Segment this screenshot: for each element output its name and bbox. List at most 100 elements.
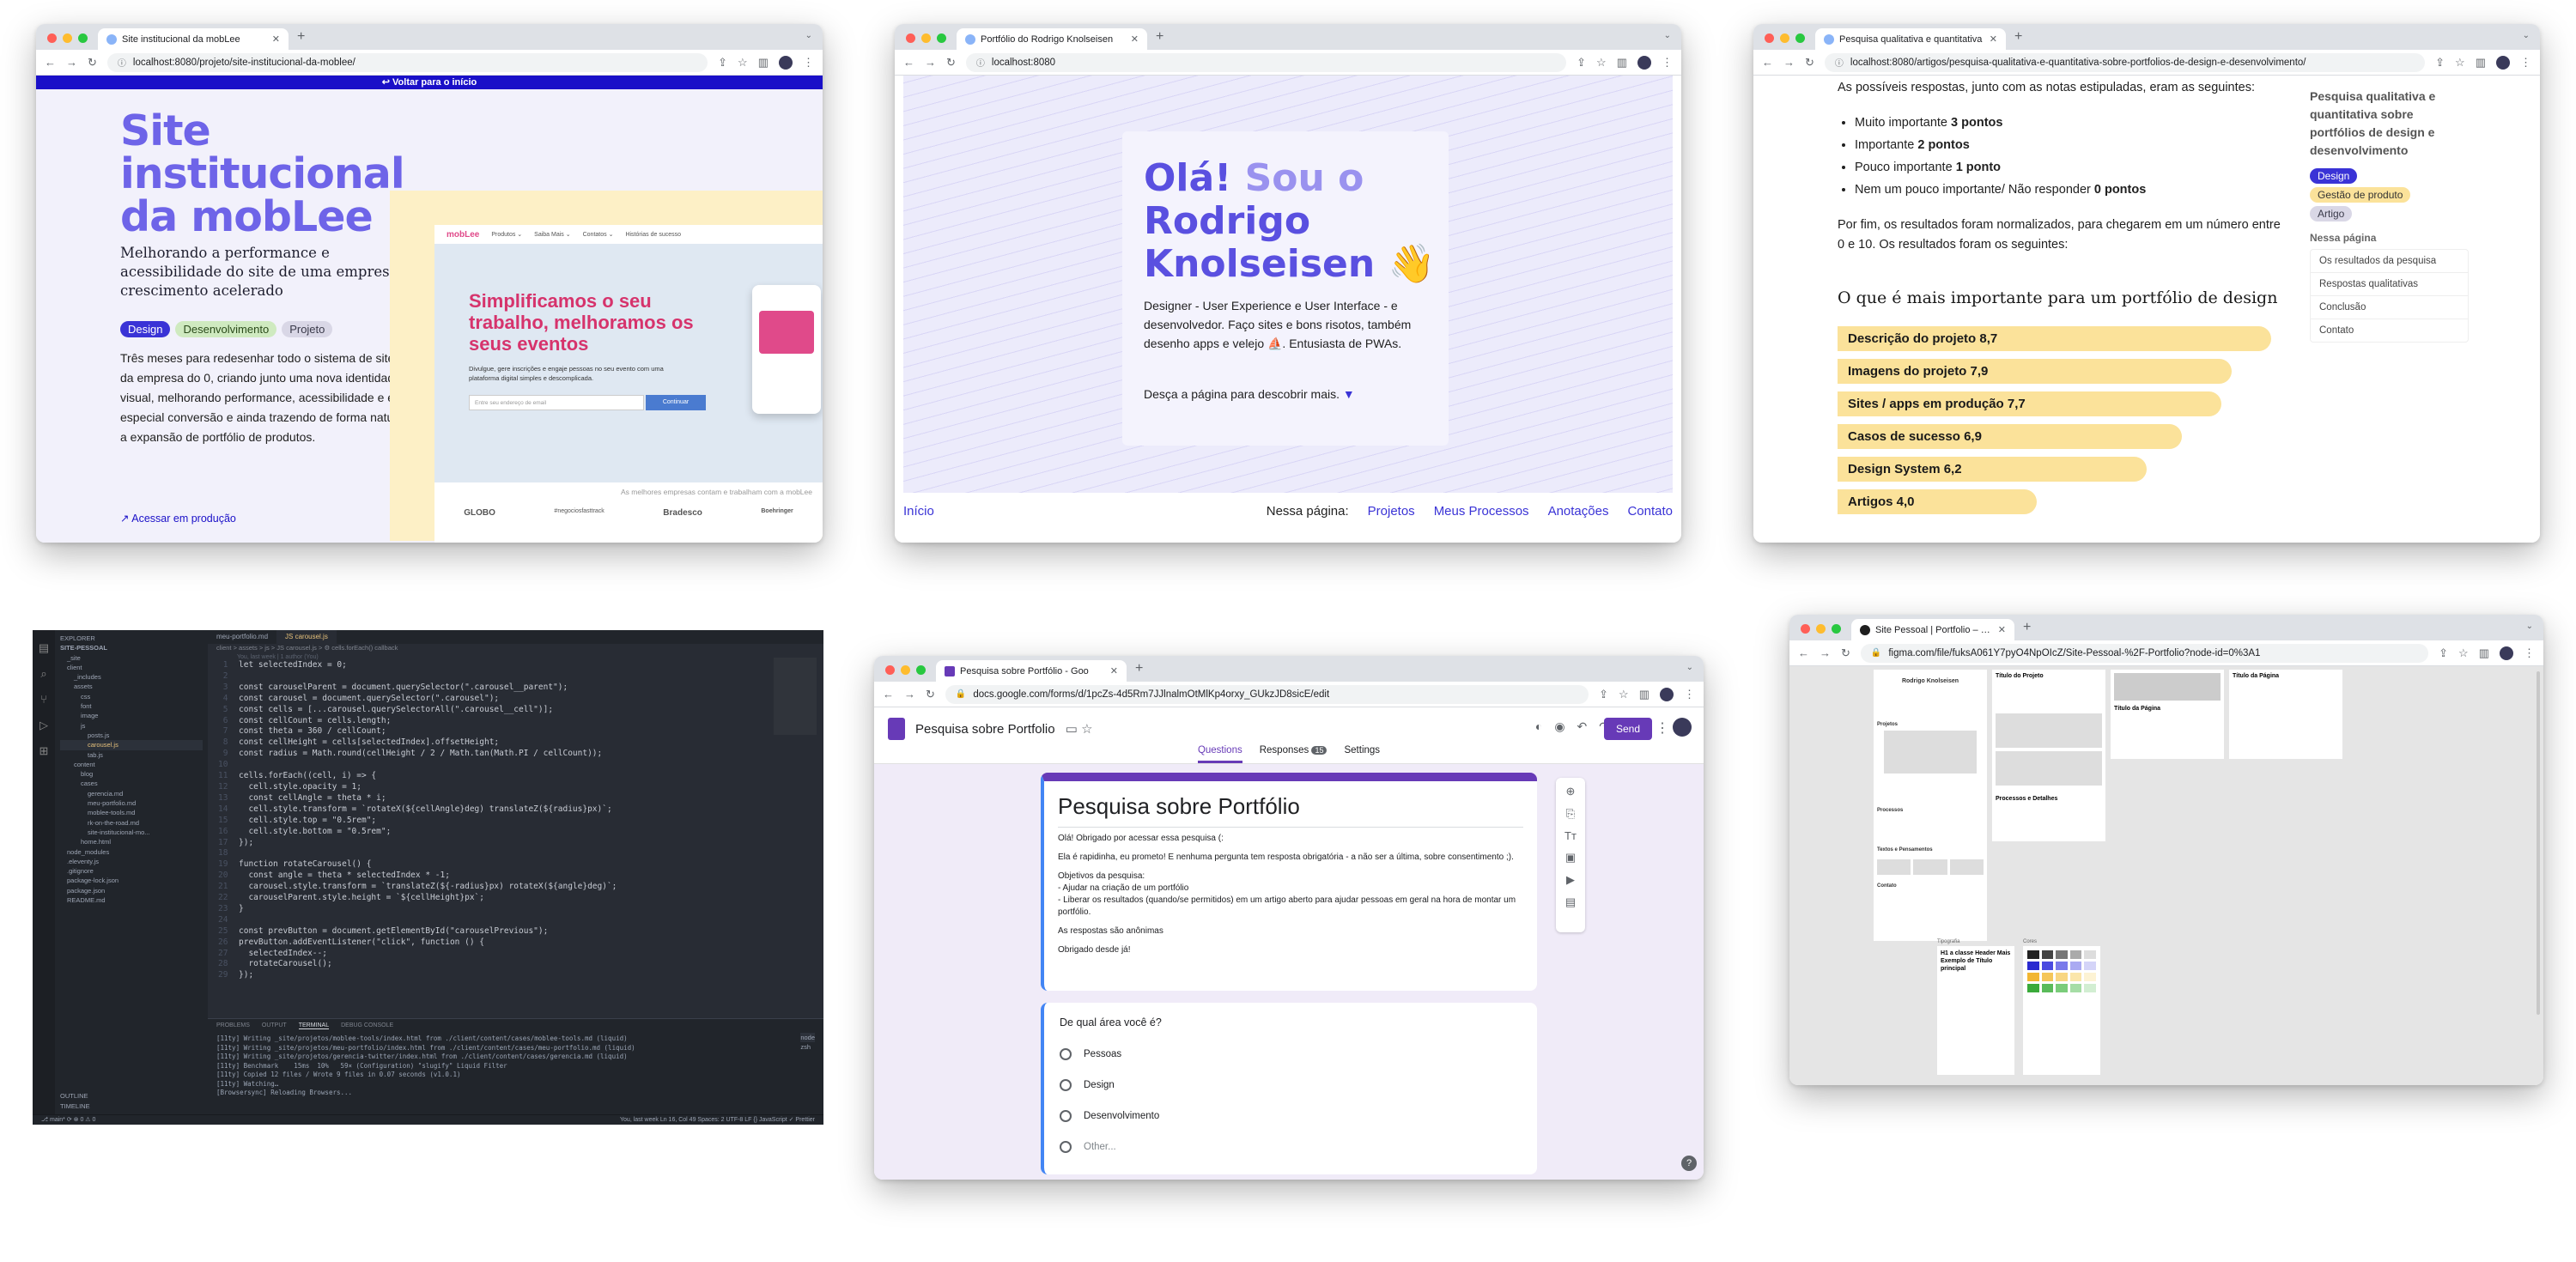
bookmark-star-icon[interactable]: ☆ (1596, 56, 1607, 70)
tab-search-icon[interactable]: ⌄ (1686, 663, 1693, 672)
sidebar-nav-item[interactable]: Contato (2311, 319, 2468, 342)
add-question-icon[interactable]: ⊕ (1566, 785, 1576, 798)
sidebar-icon[interactable]: ▥ (1639, 688, 1649, 701)
tree-item[interactable]: .gitignore (60, 866, 203, 876)
sidebar-icon[interactable]: ▥ (2476, 56, 2486, 70)
tree-item[interactable]: _site (60, 653, 203, 663)
preview-eye-icon[interactable]: ◉ (1554, 719, 1564, 734)
bookmark-star-icon[interactable]: ☆ (738, 56, 748, 70)
tree-item[interactable]: cases (60, 779, 203, 788)
close-window-button[interactable] (1765, 33, 1774, 43)
scrollbar[interactable] (2537, 671, 2540, 1015)
address-bar[interactable]: ⓘ localhost:8080 (965, 52, 1567, 72)
reload-icon[interactable]: ↻ (946, 56, 956, 70)
browser-tab[interactable]: Portfólio do Rodrigo Knolseisen ✕ (957, 28, 1147, 50)
bookmark-star-icon[interactable]: ☆ (2458, 646, 2469, 660)
code-area[interactable]: You, last week | 1 author (You) 1 let sel… (208, 654, 823, 1018)
address-bar[interactable]: ⓘ localhost:8080/artigos/pesquisa-qualita… (1824, 52, 2426, 72)
share-icon[interactable]: ⇪ (718, 56, 727, 70)
timeline-label[interactable]: TIMELINE (60, 1101, 90, 1111)
address-bar[interactable]: 🔒 docs.google.com/forms/d/1pcZs-4d5Rm7JJl… (945, 684, 1589, 704)
close-tab-icon[interactable]: ✕ (1990, 33, 1997, 45)
profile-avatar[interactable] (779, 55, 793, 70)
tree-item[interactable]: README.md (60, 895, 203, 905)
close-window-button[interactable] (1801, 624, 1810, 634)
breadcrumb[interactable]: client > assets > js > JS carousel.js > … (208, 644, 823, 654)
tab-settings[interactable]: Settings (1344, 745, 1380, 763)
reload-icon[interactable]: ↻ (926, 688, 935, 701)
zoom-window-button[interactable] (937, 33, 946, 43)
status-right[interactable]: You, last week Ln 16, Col 49 Spaces: 2 U… (620, 1116, 815, 1124)
tab-search-icon[interactable]: ⌄ (2523, 31, 2530, 40)
tag-desenvolvimento[interactable]: Desenvolvimento (175, 321, 277, 337)
share-icon[interactable]: ⇪ (2439, 646, 2448, 660)
panel-tab[interactable]: OUTPUT (262, 1022, 287, 1029)
form-description[interactable]: Olá! Obrigado por acessar essa pesquisa … (1058, 833, 1523, 956)
forward-icon[interactable]: → (1783, 56, 1795, 69)
minimize-window-button[interactable] (63, 33, 72, 43)
nav-anotacoes[interactable]: Anotações (1548, 504, 1609, 519)
back-home-link[interactable]: ↩ Voltar para o início (36, 76, 823, 89)
profile-avatar[interactable] (2496, 55, 2510, 70)
sidebar-icon[interactable]: ▥ (758, 56, 769, 70)
undo-icon[interactable]: ↶ (1577, 719, 1588, 734)
figma-canvas[interactable]: Rodrigo Knolseisen Projetos Processos Te… (1789, 666, 2543, 1085)
tree-item[interactable]: site-institucional-mo... (60, 828, 203, 837)
forward-icon[interactable]: → (1820, 646, 1831, 659)
tab-search-icon[interactable]: ⌄ (1664, 31, 1671, 40)
close-window-button[interactable] (885, 665, 895, 675)
new-tab-button[interactable]: + (2014, 29, 2022, 45)
new-tab-button[interactable]: + (1135, 661, 1143, 677)
profile-avatar[interactable] (1673, 718, 1692, 737)
close-tab-icon[interactable]: ✕ (1131, 33, 1139, 45)
form-title[interactable]: Pesquisa sobre Portfólio (1058, 793, 1523, 820)
typography-frame[interactable]: H1 a classe Header Mais Exemplo de Títul… (1937, 946, 2014, 1075)
outline-label[interactable]: OUTLINE (60, 1091, 90, 1101)
share-icon[interactable]: ⇪ (2435, 56, 2445, 70)
figma-frame-project[interactable]: Título do Projeto Processos e Detalhes (1992, 670, 2105, 841)
sidebar-nav-item[interactable]: Conclusão (2311, 296, 2468, 319)
run-debug-icon[interactable]: ▷ (33, 713, 55, 738)
tab-search-icon[interactable]: ⌄ (2526, 622, 2533, 631)
import-icon[interactable]: ⎘ (1566, 807, 1575, 821)
close-tab-icon[interactable]: ✕ (1998, 624, 2006, 635)
tree-item[interactable]: font (60, 701, 203, 711)
browser-tab[interactable]: Site Pessoal | Portfolio – Figma✕ (1851, 619, 2014, 640)
option-item[interactable]: Desenvolvimento (1060, 1101, 1522, 1132)
tab-responses[interactable]: Responses 15 (1260, 745, 1327, 763)
close-window-button[interactable] (906, 33, 915, 43)
tree-item[interactable]: image (60, 711, 203, 720)
tree-item[interactable]: .eleventy.js (60, 857, 203, 866)
search-icon[interactable]: ⌕ (33, 661, 55, 687)
tree-item[interactable]: posts.js (60, 731, 203, 740)
tree-item[interactable]: js (60, 721, 203, 731)
profile-avatar[interactable] (2500, 646, 2513, 660)
tab-questions[interactable]: Questions (1197, 745, 1242, 763)
share-icon[interactable]: ⇪ (1577, 56, 1586, 70)
send-button[interactable]: Send (1603, 718, 1652, 740)
tree-item[interactable]: gerencia.md (60, 789, 203, 798)
terminal-item[interactable]: node (800, 1033, 815, 1042)
zoom-window-button[interactable] (1795, 33, 1805, 43)
zoom-window-button[interactable] (916, 665, 926, 675)
profile-avatar[interactable] (1660, 687, 1674, 701)
menu-kebab-icon[interactable]: ⋮ (803, 56, 814, 70)
profile-avatar[interactable] (1637, 55, 1651, 70)
browser-tab[interactable]: Pesquisa qualitativa e quantitativa ✕ (1815, 28, 2006, 50)
tree-item[interactable]: moblee-tools.md (60, 808, 203, 817)
question-card[interactable]: De qual área você é? Pessoas Design Dese… (1041, 1003, 1537, 1174)
tree-item[interactable]: _includes (60, 672, 203, 682)
figma-frame-page[interactable]: Título da Página (2111, 670, 2224, 759)
tree-item[interactable]: home.html (60, 837, 203, 846)
forward-icon[interactable]: → (904, 688, 915, 701)
files-icon[interactable]: ▤ (33, 635, 55, 661)
tree-item[interactable]: assets (60, 682, 203, 691)
menu-kebab-icon[interactable]: ⋮ (1684, 688, 1695, 701)
forward-icon[interactable]: → (925, 56, 936, 69)
bookmark-star-icon[interactable]: ☆ (1619, 688, 1629, 701)
forward-icon[interactable]: → (66, 56, 77, 69)
tag-projeto[interactable]: Projeto (282, 321, 333, 337)
tag-design[interactable]: Design (2310, 168, 2358, 184)
status-left[interactable]: ⎇ main* ⟳ ⊗ 0 ⚠ 0 (41, 1116, 95, 1124)
tag-design[interactable]: Design (120, 321, 171, 337)
